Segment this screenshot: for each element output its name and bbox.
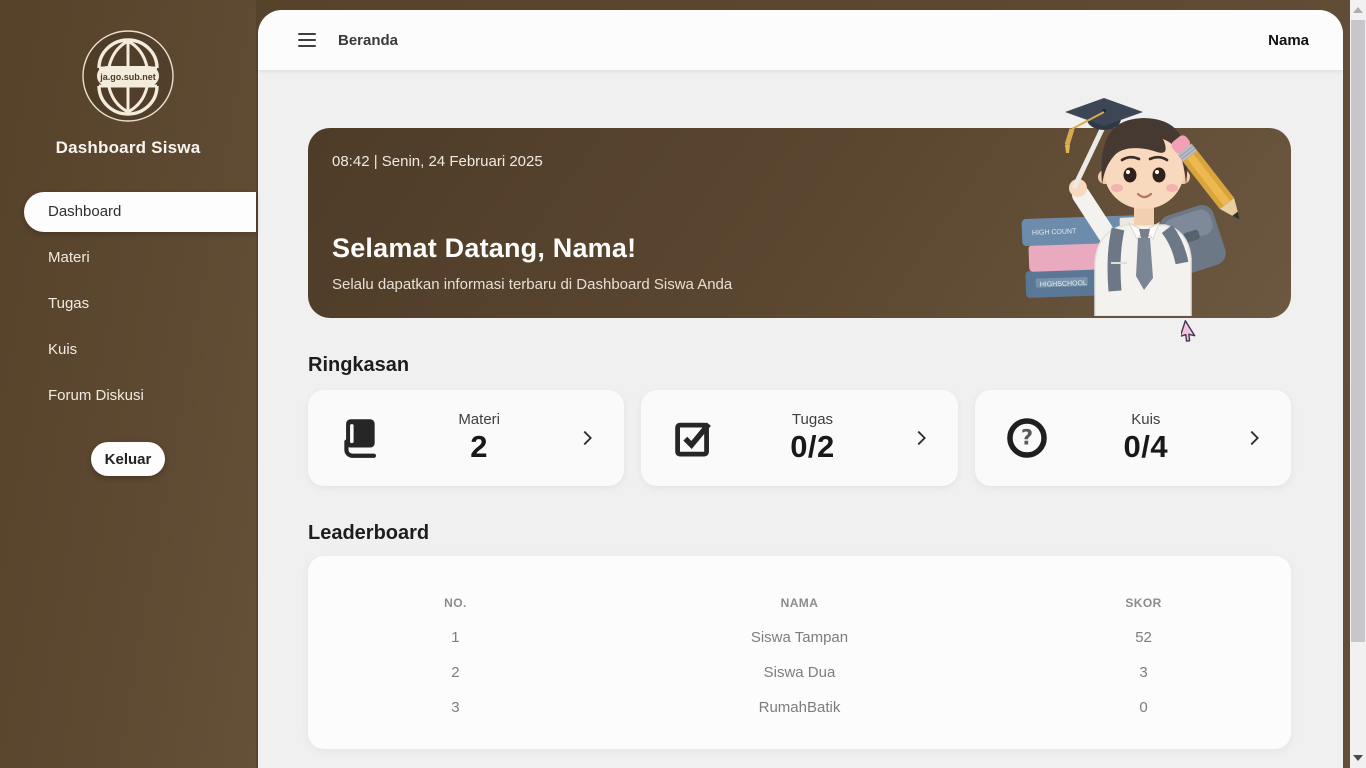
- globe-logo-icon: ja.go.sub.net: [82, 30, 174, 122]
- column-header-no: NO.: [308, 582, 603, 620]
- summary-card-materi[interactable]: Materi 2: [308, 390, 624, 486]
- breadcrumb: Beranda: [338, 32, 398, 49]
- chevron-right-icon[interactable]: [576, 427, 598, 449]
- sidebar: ja.go.sub.net Dashboard Siswa Dashboard …: [0, 0, 256, 768]
- card-value: 0/4: [1049, 429, 1243, 465]
- column-header-skor: SKOR: [996, 582, 1291, 620]
- summary-card-tugas[interactable]: Tugas 0/2: [641, 390, 957, 486]
- leaderboard-table: NO. NAMA SKOR 1 Siswa Tampan 52 2 Siswa …: [308, 582, 1291, 725]
- content-area: 08:42 | Senin, 24 Februari 2025 Selamat …: [258, 70, 1343, 749]
- leaderboard-heading: Leaderboard: [308, 522, 1291, 545]
- table-row: 2 Siswa Dua 3: [308, 655, 1291, 690]
- user-name[interactable]: Nama: [1268, 32, 1309, 49]
- checkbox-checked-icon: [671, 416, 715, 460]
- sidebar-item-forum-diskusi[interactable]: Forum Diskusi: [24, 376, 256, 416]
- cell-skor: 52: [996, 620, 1291, 655]
- chevron-right-icon[interactable]: [910, 427, 932, 449]
- question-circle-icon: ?: [1005, 416, 1049, 460]
- banner-title: Selamat Datang, Nama!: [332, 233, 636, 264]
- hamburger-menu-icon[interactable]: [298, 29, 316, 51]
- sidebar-item-dashboard[interactable]: Dashboard: [24, 192, 256, 232]
- book-icon: [338, 416, 382, 460]
- column-header-nama: NAMA: [603, 582, 996, 620]
- logout-button[interactable]: Keluar: [91, 442, 165, 476]
- cell-skor: 0: [996, 690, 1291, 725]
- chevron-right-icon[interactable]: [1243, 427, 1265, 449]
- scrollbar-thumb[interactable]: [1351, 20, 1365, 642]
- cell-nama: Siswa Dua: [603, 655, 996, 690]
- sidebar-item-materi[interactable]: Materi: [24, 238, 256, 278]
- brand-title: Dashboard Siswa: [0, 138, 256, 158]
- table-row: 1 Siswa Tampan 52: [308, 620, 1291, 655]
- summary-cards: Materi 2 Tugas 0/2: [308, 390, 1291, 486]
- sidebar-item-kuis[interactable]: Kuis: [24, 330, 256, 370]
- logo-area: ja.go.sub.net Dashboard Siswa: [0, 0, 256, 158]
- table-header-row: NO. NAMA SKOR: [308, 582, 1291, 620]
- banner-subtitle: Selalu dapatkan informasi terbaru di Das…: [332, 276, 732, 293]
- sidebar-nav: Dashboard Materi Tugas Kuis Forum Diskus…: [0, 192, 256, 416]
- cell-nama: RumahBatik: [603, 690, 996, 725]
- svg-text:ja.go.sub.net: ja.go.sub.net: [99, 72, 156, 82]
- card-value: 0/2: [715, 429, 909, 465]
- card-label: Materi: [382, 411, 576, 428]
- main-panel: Beranda Nama 08:42 | Senin, 24 Februari …: [258, 10, 1343, 768]
- cell-skor: 3: [996, 655, 1291, 690]
- cell-no: 3: [308, 690, 603, 725]
- card-label: Tugas: [715, 411, 909, 428]
- sidebar-item-tugas[interactable]: Tugas: [24, 284, 256, 324]
- summary-card-kuis[interactable]: ? Kuis 0/4: [975, 390, 1291, 486]
- svg-text:?: ?: [1021, 425, 1033, 450]
- vertical-scrollbar[interactable]: [1350, 0, 1366, 768]
- cell-no: 2: [308, 655, 603, 690]
- welcome-banner: 08:42 | Senin, 24 Februari 2025 Selamat …: [308, 128, 1291, 318]
- student-illustration: HIGHSCHOOL HIGH COUNT: [1015, 91, 1255, 316]
- table-row: 3 RumahBatik 0: [308, 690, 1291, 725]
- topbar: Beranda Nama: [258, 10, 1343, 70]
- scroll-up-icon[interactable]: [1350, 2, 1366, 18]
- summary-heading: Ringkasan: [308, 354, 1291, 377]
- scroll-down-icon[interactable]: [1350, 750, 1366, 766]
- leaderboard-card: NO. NAMA SKOR 1 Siswa Tampan 52 2 Siswa …: [308, 556, 1291, 749]
- banner-datetime: 08:42 | Senin, 24 Februari 2025: [332, 153, 543, 170]
- card-label: Kuis: [1049, 411, 1243, 428]
- cell-no: 1: [308, 620, 603, 655]
- card-value: 2: [382, 429, 576, 465]
- cell-nama: Siswa Tampan: [603, 620, 996, 655]
